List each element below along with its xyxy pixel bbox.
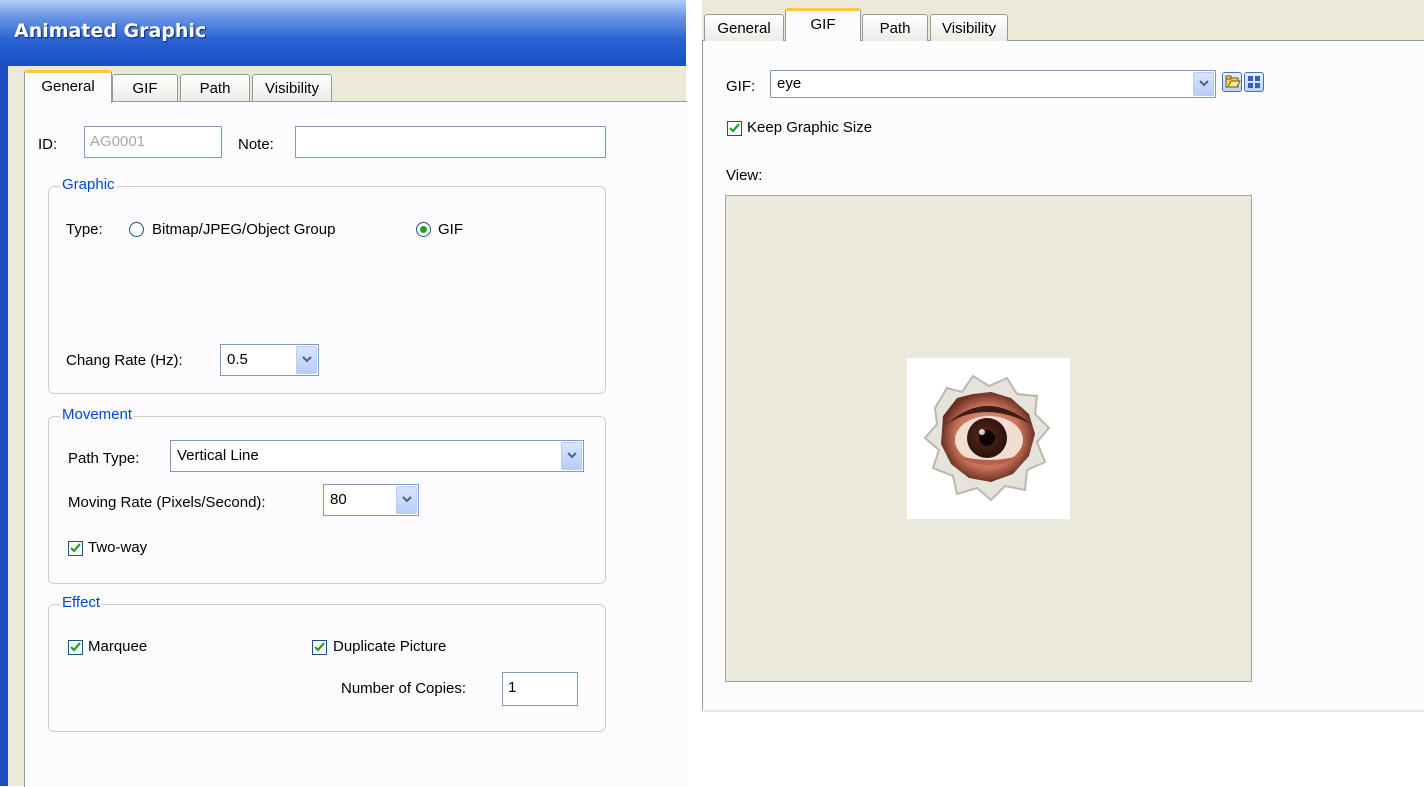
- keep-graphic-size-checkbox[interactable]: [727, 121, 742, 136]
- tab-visibility[interactable]: Visibility: [252, 74, 332, 102]
- moving-rate-value: 80: [330, 491, 347, 508]
- marquee-checkbox[interactable]: [68, 640, 83, 655]
- gif-combo[interactable]: eye: [770, 70, 1216, 98]
- chevron-down-icon[interactable]: [561, 442, 582, 470]
- eye-gif-preview-image: [907, 358, 1070, 519]
- gif-option-label: GIF: [438, 221, 463, 238]
- title-bar[interactable]: Animated Graphic: [0, 0, 686, 66]
- graphic-group-label: Graphic: [60, 176, 117, 193]
- path-type-label: Path Type:: [68, 450, 140, 467]
- open-folder-icon[interactable]: [1222, 72, 1242, 92]
- tab-path[interactable]: Path: [862, 14, 928, 41]
- two-way-checkbox[interactable]: [68, 541, 83, 556]
- keep-graphic-size-label: Keep Graphic Size: [747, 119, 873, 136]
- tab-gif[interactable]: GIF: [785, 8, 861, 41]
- tab-general[interactable]: General: [704, 14, 784, 41]
- radio-bitmap[interactable]: [129, 222, 144, 237]
- dialog-title: Animated Graphic: [14, 20, 207, 42]
- chevron-down-icon[interactable]: [1193, 72, 1214, 96]
- window-border: [0, 66, 8, 786]
- marquee-label: Marquee: [88, 638, 148, 655]
- moving-rate-combo[interactable]: 80: [323, 484, 419, 516]
- copies-label: Number of Copies:: [341, 680, 467, 697]
- change-rate-value: 0.5: [227, 351, 248, 368]
- note-field[interactable]: [295, 126, 606, 158]
- id-label: ID:: [38, 136, 58, 153]
- tab-path[interactable]: Path: [180, 74, 250, 102]
- tab-gif[interactable]: GIF: [112, 74, 178, 102]
- copies-field[interactable]: 1: [502, 672, 578, 706]
- moving-rate-label: Moving Rate (Pixels/Second):: [68, 494, 266, 511]
- movement-group-label: Movement: [60, 406, 135, 423]
- tab-general[interactable]: General: [24, 70, 112, 103]
- duplicate-picture-checkbox[interactable]: [312, 640, 327, 655]
- radio-gif[interactable]: [416, 222, 431, 237]
- gif-label: GIF:: [726, 78, 756, 95]
- chevron-down-icon[interactable]: [296, 346, 317, 374]
- note-label: Note:: [238, 136, 274, 153]
- change-rate-label: Chang Rate (Hz):: [66, 352, 183, 369]
- grid-view-icon[interactable]: [1244, 72, 1264, 92]
- effect-groupbox: [48, 604, 606, 732]
- view-label: View:: [726, 167, 763, 184]
- id-field[interactable]: AG0001: [84, 126, 222, 158]
- two-way-label: Two-way: [88, 539, 148, 556]
- animated-graphic-dialog: Animated Graphic General GIF Path Visibi…: [0, 0, 687, 787]
- change-rate-combo[interactable]: 0.5: [220, 344, 319, 376]
- chevron-down-icon[interactable]: [396, 486, 417, 514]
- bitmap-option-label: Bitmap/JPEG/Object Group: [152, 221, 336, 238]
- duplicate-picture-label: Duplicate Picture: [333, 638, 447, 655]
- effect-group-label: Effect: [60, 594, 103, 611]
- tab-visibility[interactable]: Visibility: [930, 14, 1008, 41]
- path-type-combo[interactable]: Vertical Line: [170, 440, 584, 472]
- gif-value: eye: [777, 75, 802, 92]
- path-type-value: Vertical Line: [177, 447, 259, 464]
- type-label: Type:: [66, 221, 103, 238]
